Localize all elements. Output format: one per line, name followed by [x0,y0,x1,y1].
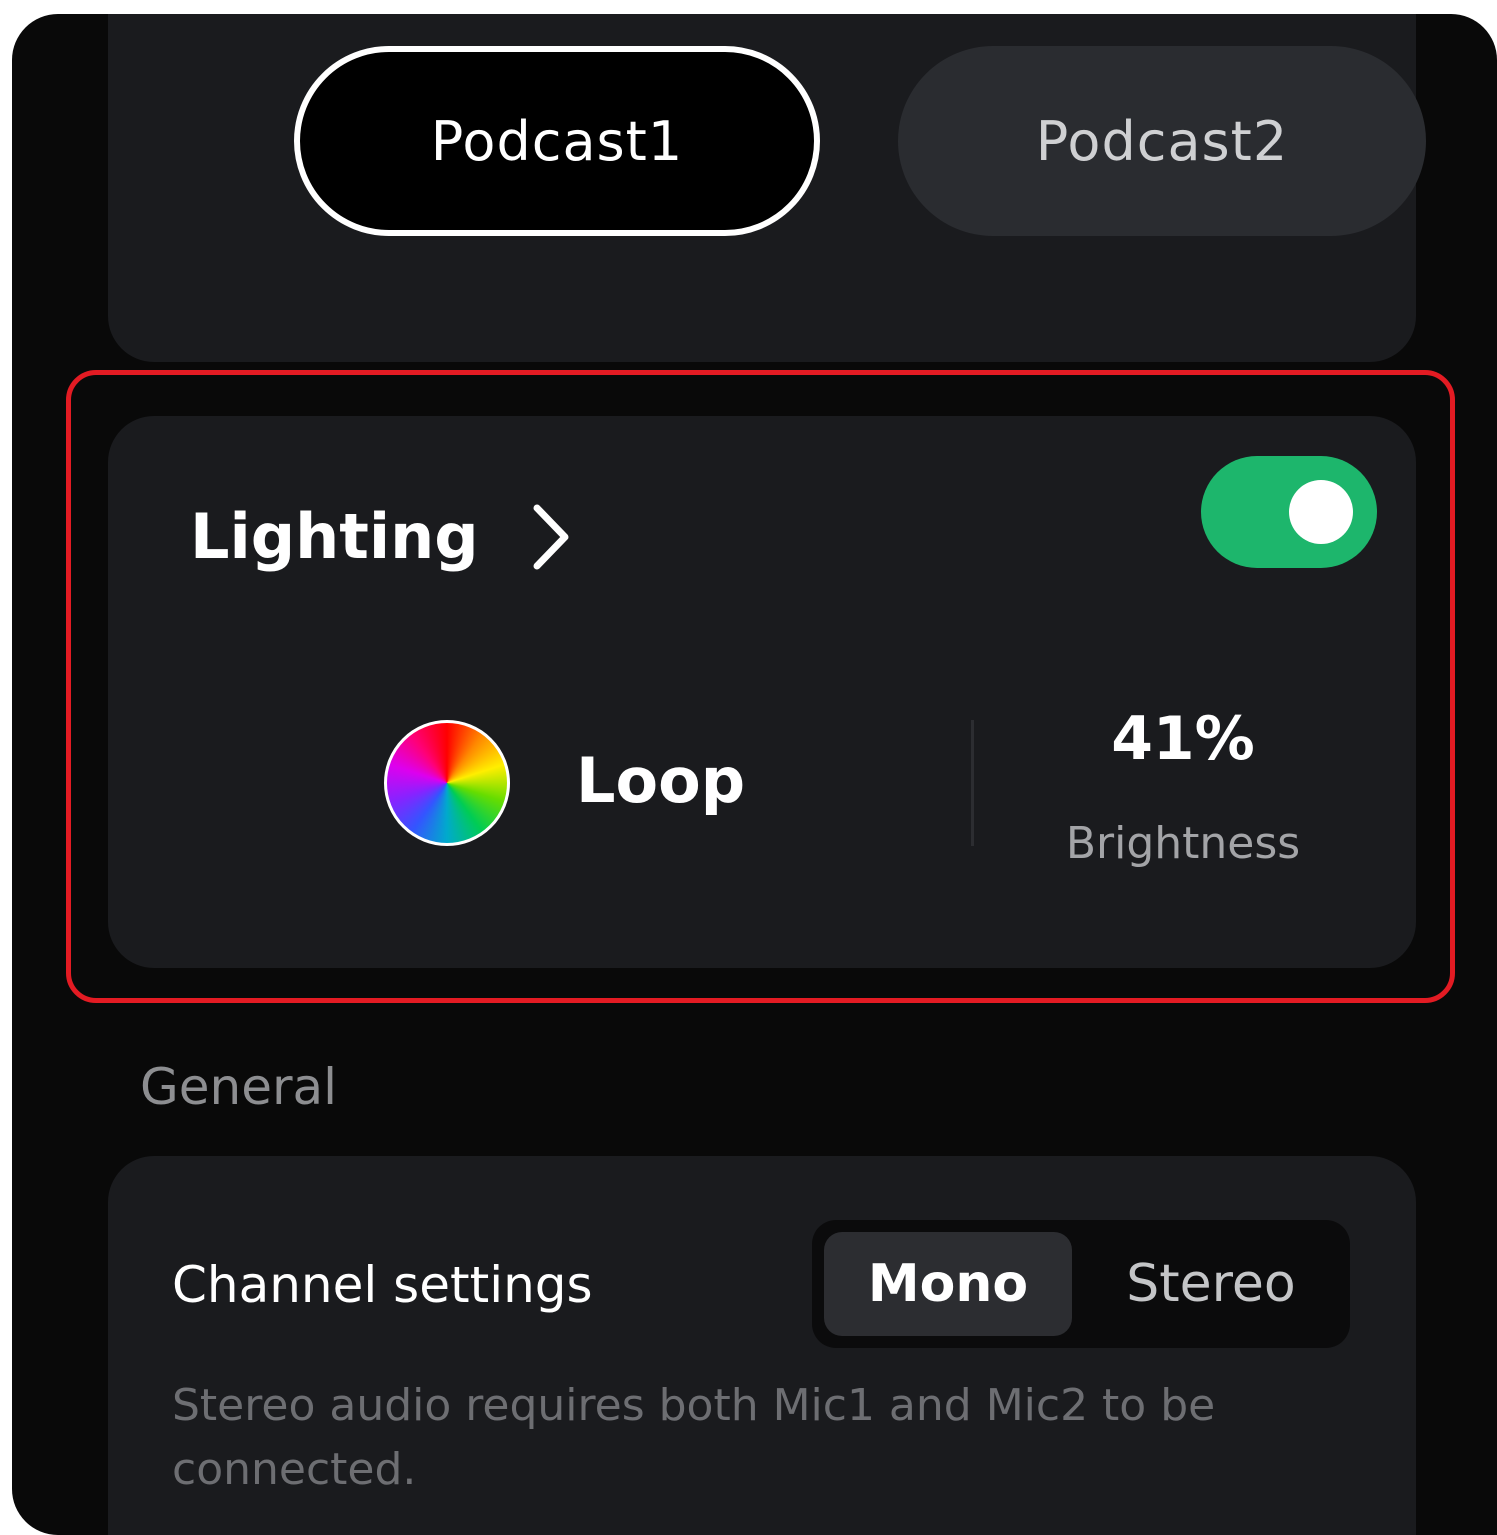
chevron-right-icon [533,504,569,569]
divider [971,720,974,846]
preset-label: Podcast2 [1035,109,1289,173]
app-screen: Podcast1 Podcast2 Lighting Loop 41% Brig… [12,14,1497,1535]
channel-settings-label: Channel settings [172,1256,593,1314]
lighting-title: Lighting [190,500,479,573]
color-wheel-icon[interactable] [384,720,510,846]
option-label: Stereo [1126,1254,1296,1314]
channel-option-mono[interactable]: Mono [824,1232,1072,1336]
lighting-toggle[interactable] [1201,456,1377,568]
preset-label: Podcast1 [430,109,684,173]
channel-note: Stereo audio requires both Mic1 and Mic2… [172,1380,1216,1495]
general-card: Channel settings Mono Stereo Stereo audi… [108,1156,1416,1535]
lighting-mode-label[interactable]: Loop [576,744,745,817]
preset-button-podcast2[interactable]: Podcast2 [898,46,1426,236]
lighting-header-link[interactable]: Lighting [190,500,571,573]
toggle-knob [1289,480,1353,544]
section-title-general: General [140,1058,338,1116]
option-label: Mono [867,1254,1029,1314]
channel-mode-segmented-control: Mono Stereo [812,1220,1350,1348]
brightness-label: Brightness [1065,818,1301,869]
preset-button-podcast1[interactable]: Podcast1 [294,46,820,236]
brightness-value[interactable]: 41% [1068,704,1298,774]
lighting-card: Lighting Loop 41% Brightness [108,416,1416,968]
preset-panel: Podcast1 Podcast2 [108,14,1426,362]
channel-option-stereo[interactable]: Stereo [1082,1232,1340,1336]
